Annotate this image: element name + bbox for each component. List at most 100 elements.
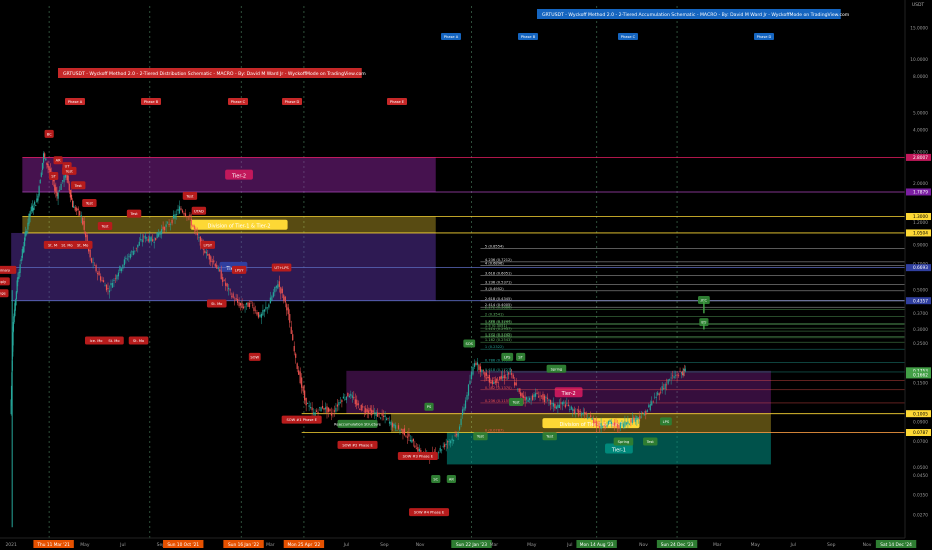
candle-body — [466, 394, 468, 400]
x-axis[interactable]: 2021 Thu 11 Mar '21 May Jul Sep Sun 10 Oct '2… — [0, 537, 932, 550]
event-marker-label: LPSY — [203, 243, 212, 247]
candle-body — [618, 424, 620, 429]
candle-body — [344, 398, 346, 400]
candle-body — [134, 250, 136, 252]
candle-body — [137, 244, 139, 248]
candle-body — [409, 439, 412, 442]
candle-body — [470, 372, 473, 380]
candle-body — [610, 421, 613, 425]
candle-body — [41, 162, 44, 171]
candle-body — [135, 247, 137, 249]
candle-body — [213, 260, 215, 263]
candle-body — [77, 208, 79, 211]
candle-body — [500, 375, 502, 378]
acc-phase-label: Phase A — [444, 35, 459, 39]
candle-body — [37, 195, 39, 201]
candle-body — [587, 418, 589, 420]
candle-body — [487, 376, 489, 379]
candle-body — [517, 388, 519, 390]
candle-body — [17, 277, 19, 283]
candle-body — [111, 282, 114, 288]
candle-body — [274, 287, 276, 293]
fib-label: 3.236 (0.5371) — [485, 281, 512, 285]
candle-body — [119, 265, 121, 271]
candle-body — [377, 412, 379, 417]
candle-body — [454, 435, 456, 437]
candle-body — [312, 412, 315, 415]
candle-body — [534, 393, 537, 397]
candle-body — [530, 400, 532, 402]
candle-body — [67, 175, 69, 184]
x-tick-label: Nov — [863, 542, 872, 548]
candle-body — [83, 221, 85, 230]
candle-body — [499, 376, 501, 380]
acc-phase-label: Phase C — [621, 35, 636, 39]
y-tick-label: 0.0350 — [913, 492, 928, 498]
price-tag-label: 0.0787 — [913, 430, 928, 436]
candle-body — [40, 172, 42, 177]
candle-body — [636, 416, 638, 421]
candle-body — [171, 219, 173, 224]
candle-body — [239, 303, 242, 306]
y-tick-label: 0.0700 — [913, 439, 928, 445]
candle-body — [385, 418, 388, 420]
candle-body — [247, 302, 249, 307]
candle-body — [177, 209, 179, 211]
candle-body — [280, 287, 282, 294]
candle-body — [448, 441, 450, 442]
candle-body — [72, 200, 74, 208]
candle-body — [339, 402, 341, 403]
event-marker-label: Test — [646, 440, 655, 444]
candle-body — [20, 258, 22, 262]
candle-body — [557, 404, 559, 408]
candle-body — [308, 405, 310, 407]
candle-body — [259, 314, 261, 317]
candle-body — [184, 213, 187, 217]
candle-body — [70, 194, 73, 200]
candle-body — [195, 228, 197, 232]
candle-body — [415, 448, 417, 450]
candle-body — [186, 216, 188, 218]
event-marker-label: Spring — [551, 367, 563, 371]
candle-body — [558, 404, 560, 409]
y-axis[interactable]: USDT15.000010.00008.00005.00004.00003.00… — [904, 0, 932, 550]
candle-body — [475, 362, 477, 365]
y-tick-label: 0.3700 — [913, 311, 928, 317]
candle-body — [441, 449, 443, 451]
candle-body — [514, 382, 516, 386]
y-tick-label: 10.0000 — [910, 57, 928, 63]
price-tag-label: 0.1005 — [913, 411, 928, 417]
candle-body — [560, 402, 562, 404]
x-tick-label: Nov — [639, 542, 648, 548]
candle-body — [54, 184, 56, 191]
candle-body — [290, 326, 292, 334]
candle-body — [502, 376, 504, 378]
candle-body — [677, 375, 680, 376]
candle-body — [357, 403, 359, 406]
candle-body — [674, 375, 677, 376]
candle-body — [287, 307, 289, 315]
candle-body — [576, 409, 578, 411]
candle-body — [60, 184, 62, 190]
price-tag-label: 0.4357 — [913, 298, 928, 304]
x-tick-label: Sep — [827, 542, 836, 548]
x-tick-label: Mar — [490, 542, 499, 548]
candle-body — [275, 285, 277, 288]
candle-body — [455, 434, 458, 436]
candle-body — [277, 284, 279, 289]
candle-body — [369, 408, 371, 411]
event-marker-label: Test — [545, 435, 554, 439]
candle-body — [214, 263, 216, 267]
candle-body — [147, 238, 149, 242]
fib-label: 1.414 (0.2937) — [485, 327, 512, 331]
candle-body — [68, 183, 70, 191]
event-marker-label: St. Mo — [211, 302, 222, 306]
event-marker-label: St. Mo — [108, 339, 119, 343]
candle-body — [164, 227, 166, 231]
candle-body — [26, 230, 28, 234]
candle-body — [393, 424, 395, 427]
candle-body — [36, 198, 38, 203]
candle-body — [669, 379, 671, 380]
candle-body — [661, 386, 663, 391]
dist-phase-label: Phase C — [231, 100, 246, 104]
